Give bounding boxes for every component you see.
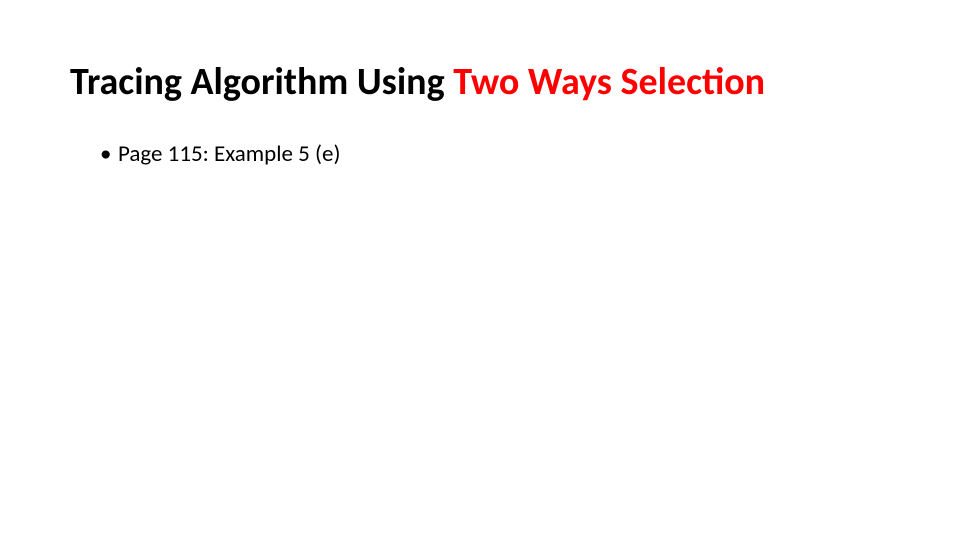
slide-title: Tracing Algorithm Using Two Ways Selecti… bbox=[70, 60, 890, 106]
bullet-text: Page 115: Example 5 (e) bbox=[118, 140, 340, 168]
title-text-plain: Tracing Algorithm Using bbox=[70, 59, 453, 105]
bullet-item: Page 115: Example 5 (e) bbox=[100, 138, 890, 170]
slide-container: Tracing Algorithm Using Two Ways Selecti… bbox=[0, 0, 960, 540]
title-text-highlight: Two Ways Selection bbox=[453, 59, 765, 105]
bullet-list: Page 115: Example 5 (e) bbox=[70, 138, 890, 170]
